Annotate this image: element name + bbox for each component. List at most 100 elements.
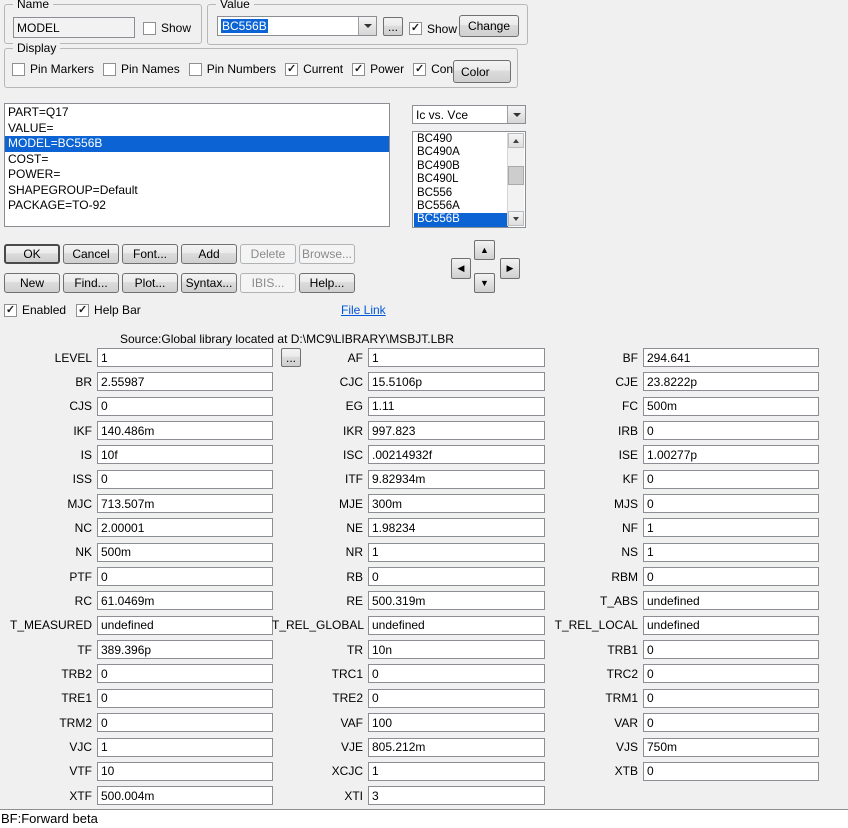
scrollbar-thumb[interactable]: [508, 166, 524, 185]
cancel-button[interactable]: Cancel: [63, 244, 119, 264]
param-t-measured-field[interactable]: undefined: [97, 615, 273, 635]
param-trb2-field[interactable]: 0: [97, 664, 273, 684]
list-item[interactable]: BC490: [414, 133, 508, 146]
checkbox-box-icon[interactable]: ✓: [352, 62, 366, 76]
param-itf-field[interactable]: 9.82934m: [368, 469, 545, 489]
param-vjc-field[interactable]: 1: [97, 737, 273, 757]
param-bf-field[interactable]: 294.641: [643, 348, 819, 367]
font-button[interactable]: Font...: [122, 244, 178, 264]
param-ise-field[interactable]: 1.00277p: [643, 445, 819, 465]
value-combo[interactable]: BC556B: [217, 16, 377, 36]
param-cje-field[interactable]: 23.8222p: [643, 372, 819, 392]
checkbox-box-icon[interactable]: [188, 62, 202, 76]
list-item[interactable]: BC490L: [414, 173, 508, 186]
ok-button[interactable]: OK: [4, 244, 60, 264]
model-list-items[interactable]: BC490 BC490A BC490B BC490L BC556 BC556A BC556B: [414, 133, 508, 227]
list-item[interactable]: BC556B: [414, 213, 508, 227]
param-level-field[interactable]: 1: [97, 348, 273, 367]
name-field[interactable]: MODEL: [13, 17, 135, 38]
model-list-scrollbar[interactable]: [507, 133, 524, 226]
list-item[interactable]: PACKAGE=TO-92: [5, 198, 389, 214]
param-eg-field[interactable]: 1.11: [368, 396, 545, 416]
scroll-up-button[interactable]: [508, 133, 524, 148]
param-trc2-field[interactable]: 0: [643, 664, 819, 684]
param-isc-field[interactable]: .00214932f: [368, 445, 545, 465]
syntax-button[interactable]: Syntax...: [181, 273, 237, 293]
checkbox-box-icon[interactable]: ✓: [413, 62, 427, 76]
nav-down-button[interactable]: ▼: [474, 273, 495, 293]
list-item[interactable]: VALUE=: [5, 121, 389, 137]
checkbox-box-icon[interactable]: [143, 21, 156, 35]
param-tre1-field[interactable]: 0: [97, 688, 273, 708]
checkbox-current[interactable]: ✓ Current: [285, 62, 343, 76]
param-vje-field[interactable]: 805.212m: [368, 737, 545, 757]
param-iss-field[interactable]: 0: [97, 469, 273, 489]
list-item[interactable]: BC556: [414, 187, 508, 200]
param-xti-field[interactable]: 3: [368, 786, 545, 806]
checkbox-show[interactable]: Show: [143, 21, 191, 35]
value-more-button[interactable]: ...: [383, 17, 403, 36]
param-t-rel-local-field[interactable]: undefined: [643, 615, 819, 635]
level-more-button[interactable]: ...: [281, 348, 301, 367]
param-ikr-field[interactable]: 997.823: [368, 421, 545, 441]
param-nk-field[interactable]: 500m: [97, 542, 273, 562]
help-button[interactable]: Help...: [299, 273, 355, 293]
list-item[interactable]: BC490A: [414, 146, 508, 159]
param-xtb-field[interactable]: 0: [643, 761, 819, 781]
nav-right-button[interactable]: ▶: [500, 258, 520, 279]
value-show-checkbox[interactable]: ✓ Show: [409, 20, 457, 36]
param-mjc-field[interactable]: 713.507m: [97, 494, 273, 514]
checkbox-box-icon[interactable]: [103, 62, 117, 76]
list-item[interactable]: BC490B: [414, 160, 508, 173]
param-tf-field[interactable]: 389.396p: [97, 640, 273, 660]
param-irb-field[interactable]: 0: [643, 421, 819, 441]
param-tr-field[interactable]: 10n: [368, 640, 545, 660]
param-vtf-field[interactable]: 10: [97, 761, 273, 781]
name-show-checkbox[interactable]: Show: [143, 21, 191, 38]
checkbox-pin-markers[interactable]: Pin Markers: [12, 62, 94, 76]
param-trm2-field[interactable]: 0: [97, 713, 273, 733]
param-ikf-field[interactable]: 140.486m: [97, 421, 273, 441]
plot-combo-dropdown-button[interactable]: [507, 106, 525, 123]
param-vjs-field[interactable]: 750m: [643, 737, 819, 757]
param-trb1-field[interactable]: 0: [643, 640, 819, 660]
param-re-field[interactable]: 500.319m: [368, 591, 545, 611]
param-nr-field[interactable]: 1: [368, 542, 545, 562]
param-nf-field[interactable]: 1: [643, 518, 819, 538]
param-t-rel-global-field[interactable]: undefined: [368, 615, 545, 635]
checkbox-box-icon[interactable]: ✓: [76, 303, 90, 317]
param-rb-field[interactable]: 0: [368, 567, 545, 587]
file-link[interactable]: File Link: [341, 303, 386, 317]
param-kf-field[interactable]: 0: [643, 469, 819, 489]
param-rc-field[interactable]: 61.0469m: [97, 591, 273, 611]
scroll-down-button[interactable]: [508, 211, 524, 226]
param-xcjc-field[interactable]: 1: [368, 761, 545, 781]
param-af-field[interactable]: 1: [368, 348, 545, 367]
param-nc-field[interactable]: 2.00001: [97, 518, 273, 538]
param-fc-field[interactable]: 500m: [643, 396, 819, 416]
list-item[interactable]: BC556A: [414, 200, 508, 213]
checkbox-box-icon[interactable]: ✓: [4, 303, 17, 317]
param-ptf-field[interactable]: 0: [97, 567, 273, 587]
param-xtf-field[interactable]: 500.004m: [97, 786, 273, 806]
param-tre2-field[interactable]: 0: [368, 688, 545, 708]
nav-up-button[interactable]: ▲: [474, 240, 495, 260]
checkbox-box-icon[interactable]: [12, 62, 25, 76]
checkbox-box-icon[interactable]: ✓: [285, 62, 299, 76]
nav-left-button[interactable]: ◀: [451, 258, 471, 279]
param-ne-field[interactable]: 1.98234: [368, 518, 545, 538]
checkbox-enabled[interactable]: ✓ Enabled: [4, 303, 66, 317]
param-cjc-field[interactable]: 15.5106p: [368, 372, 545, 392]
list-item[interactable]: MODEL=BC556B: [5, 136, 389, 152]
param-t-abs-field[interactable]: undefined: [643, 591, 819, 611]
new-button[interactable]: New: [4, 273, 60, 293]
param-mjs-field[interactable]: 0: [643, 494, 819, 514]
attribute-list[interactable]: PART=Q17 VALUE= MODEL=BC556B COST= POWER= SHA…: [4, 103, 390, 227]
value-combo-dropdown-button[interactable]: [358, 17, 376, 35]
add-button[interactable]: Add: [181, 244, 237, 264]
param-mje-field[interactable]: 300m: [368, 494, 545, 514]
plot-type-combo[interactable]: Ic vs. Vce: [412, 105, 526, 124]
param-rbm-field[interactable]: 0: [643, 567, 819, 587]
list-item[interactable]: COST=: [5, 152, 389, 168]
param-cjs-field[interactable]: 0: [97, 396, 273, 416]
